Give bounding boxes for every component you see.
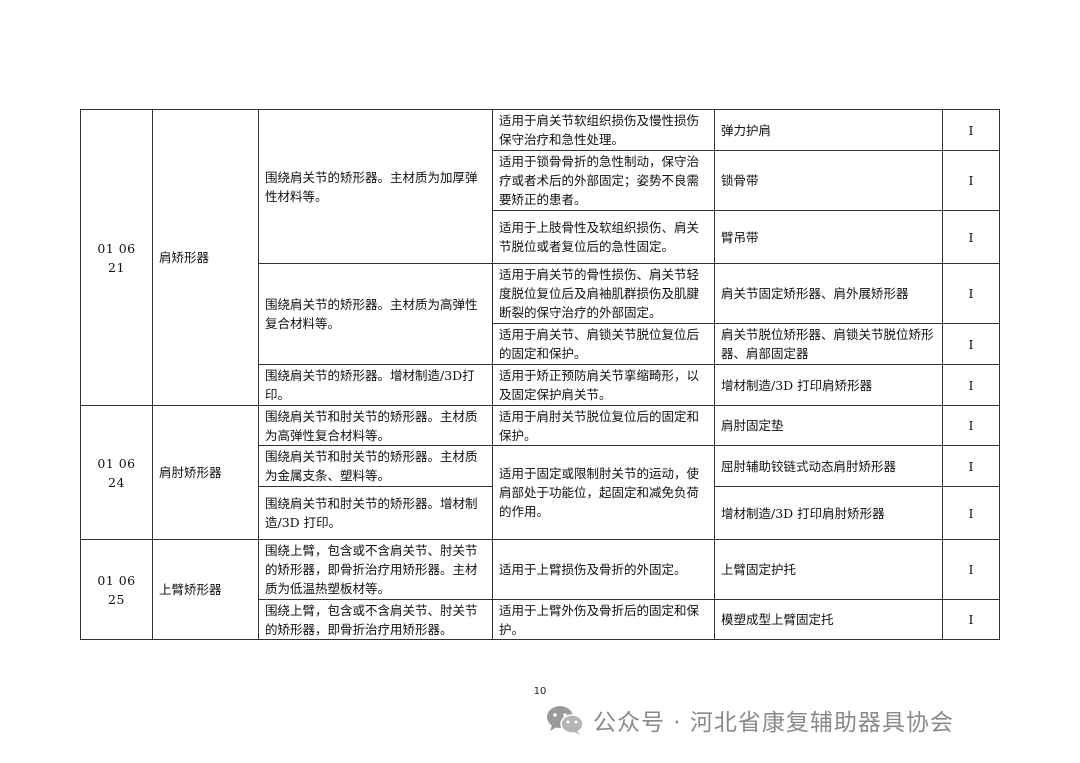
- intended-use: 适用于上肢骨性及软组织损伤、肩关节脱位或者复位后的急性固定。: [492, 210, 715, 264]
- product-examples: 弹力护肩: [714, 109, 943, 151]
- intended-use: 适用于固定或限制肘关节的运动，使肩部处于功能位，起固定和减免负荷的作用。: [492, 445, 715, 540]
- product-examples: 增材制造/3D 打印肩矫形器: [714, 364, 943, 406]
- table-row: 01 06 24 肩肘矫形器 围绕肩关节和肘关节的矫形器。主材质为高弹性复合材料…: [80, 405, 1000, 540]
- category-name: 肩肘矫形器: [152, 405, 259, 540]
- intended-use: 适用于肩关节的骨性损伤、肩关节轻度脱位复位后及肩袖肌群损伤及肌腱断裂的保守治疗的…: [492, 263, 715, 324]
- product-description: 围绕肩关节和肘关节的矫形器。增材制造/3D 打印。: [258, 486, 493, 540]
- product-examples: 臂吊带: [714, 210, 943, 264]
- category-code: 01 06 21: [80, 109, 153, 406]
- product-description: 围绕肩关节的矫形器。增材制造/3D打印。: [258, 364, 493, 406]
- product-examples: 模塑成型上臂固定托: [714, 599, 943, 640]
- category-name: 肩矫形器: [152, 109, 259, 406]
- product-description: 围绕上臂，包含或不含肩关节、肘关节的矫形器，即骨折治疗用矫形器。主材质为低温热塑…: [258, 539, 493, 600]
- category-name: 上臂矫形器: [152, 539, 259, 640]
- watermark-text: 公众号 · 河北省康复辅助器具协会: [593, 710, 954, 736]
- management-class: I: [942, 364, 1000, 406]
- product-description: 围绕肩关节的矫形器。主材质为高弹性复合材料等。: [258, 263, 493, 365]
- intended-use: 适用于肩关节、肩锁关节脱位复位后的固定和保护。: [492, 323, 715, 365]
- management-class: I: [942, 323, 1000, 365]
- product-examples: 肩关节脱位矫形器、肩锁关节脱位矫形器、肩部固定器: [714, 323, 943, 365]
- intended-use: 适用于肩肘关节脱位复位后的固定和保护。: [492, 405, 715, 446]
- product-examples: 上臂固定护托: [714, 539, 943, 600]
- intended-use: 适用于上臂外伤及骨折后的固定和保护。: [492, 599, 715, 640]
- management-class: I: [942, 445, 1000, 487]
- intended-use: 适用于矫正预防肩关节挛缩畸形，以及固定保护肩关节。: [492, 364, 715, 406]
- product-description: 围绕肩关节和肘关节的矫形器。主材质为高弹性复合材料等。: [258, 405, 493, 446]
- product-examples: 屈肘辅助铰链式动态肩肘矫形器: [714, 445, 943, 487]
- product-examples: 锁骨带: [714, 150, 943, 211]
- category-code: 01 06 25: [80, 539, 153, 640]
- management-class: I: [942, 109, 1000, 151]
- management-class: I: [942, 150, 1000, 211]
- management-class: I: [942, 539, 1000, 600]
- category-code: 01 06 24: [80, 405, 153, 540]
- wechat-icon: [547, 706, 584, 735]
- management-class: I: [942, 486, 1000, 540]
- product-description: 围绕上臂，包含或不含肩关节、肘关节的矫形器，即骨折治疗用矫形器。: [258, 599, 493, 640]
- management-class: I: [942, 210, 1000, 264]
- intended-use: 适用于肩关节软组织损伤及慢性损伤保守治疗和急性处理。: [492, 109, 715, 151]
- management-class: I: [942, 599, 1000, 640]
- product-description: 围绕肩关节的矫形器。主材质为加厚弹性材料等。: [258, 109, 493, 264]
- product-description: 围绕肩关节和肘关节的矫形器。主材质为金属支条、塑料等。: [258, 445, 493, 487]
- catalog-table: 01 06 21 肩矫形器 围绕肩关节的矫形器。主材质为加厚弹性材料等。 适用于…: [80, 109, 1000, 640]
- management-class: I: [942, 405, 1000, 446]
- intended-use: 适用于锁骨骨折的急性制动，保守治疗或者术后的外部固定；姿势不良需要矫正的患者。: [492, 150, 715, 211]
- table-row: 01 06 21 肩矫形器 围绕肩关节的矫形器。主材质为加厚弹性材料等。 适用于…: [80, 109, 1000, 406]
- table-row: 01 06 25 上臂矫形器 围绕上臂，包含或不含肩关节、肘关节的矫形器，即骨折…: [80, 539, 1000, 640]
- management-class: I: [942, 263, 1000, 324]
- product-examples: 增材制造/3D 打印肩肘矫形器: [714, 486, 943, 540]
- product-examples: 肩关节固定矫形器、肩外展矫形器: [714, 263, 943, 324]
- intended-use: 适用于上臂损伤及骨折的外固定。: [492, 539, 715, 600]
- watermark: 公众号 · 河北省康复辅助器具协会: [545, 700, 954, 740]
- page-number: 10: [533, 686, 547, 697]
- product-examples: 肩肘固定垫: [714, 405, 943, 446]
